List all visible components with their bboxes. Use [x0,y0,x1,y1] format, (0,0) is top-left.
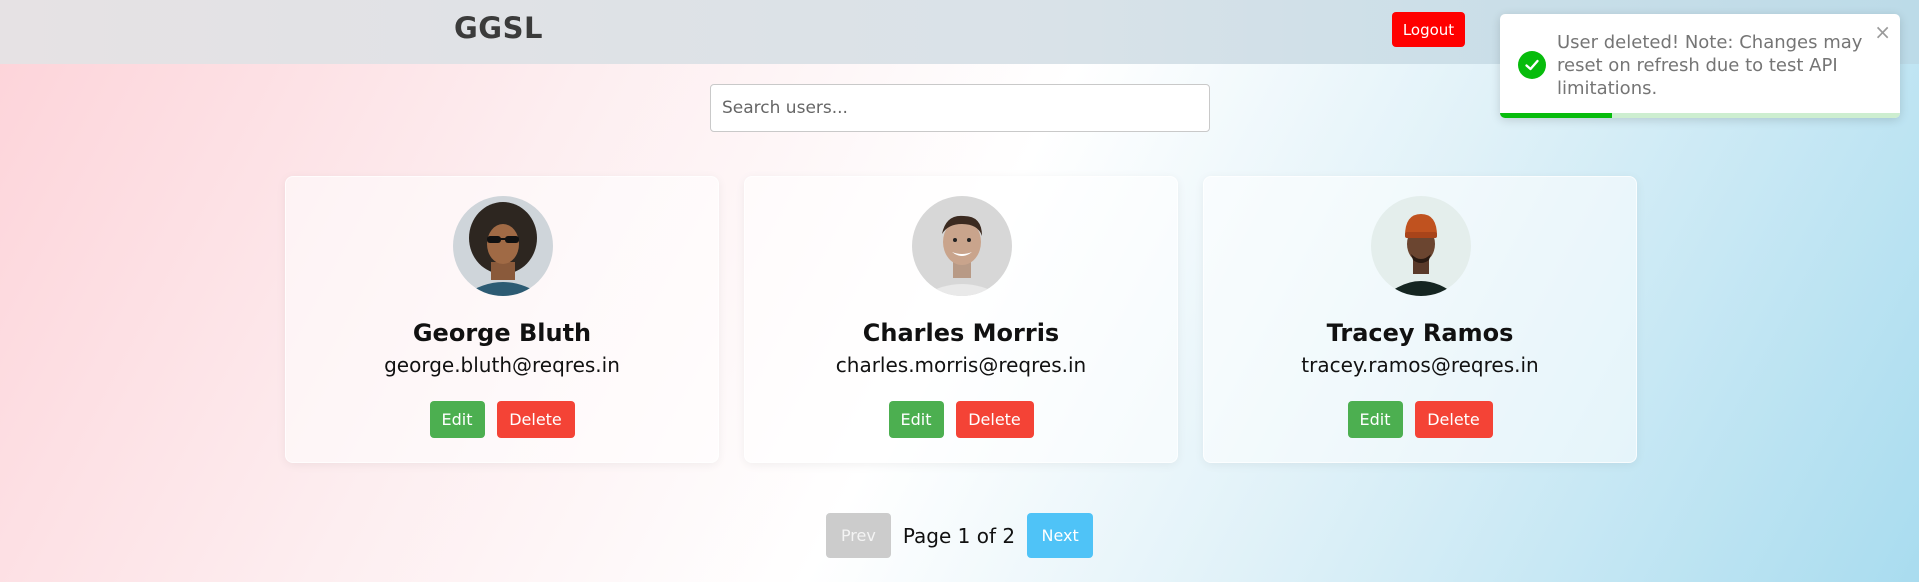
user-email: tracey.ramos@reqres.in [1301,353,1539,377]
user-avatar [453,196,553,296]
delete-button[interactable]: Delete [955,401,1034,438]
user-card: Tracey Ramos tracey.ramos@reqres.in Edit… [1203,176,1637,463]
toast-message: User deleted! Note: Changes may reset on… [1557,32,1863,99]
avatar-photo-icon [912,196,1012,296]
pagination: Prev Page 1 of 2 Next [0,513,1919,558]
user-card: Charles Morris charles.morris@reqres.in … [744,176,1178,463]
delete-button[interactable]: Delete [496,401,575,438]
card-actions: Edit Delete [1204,401,1636,438]
toast-progress-bar [1500,113,1612,118]
search-input[interactable] [710,84,1210,132]
card-actions: Edit Delete [745,401,1177,438]
logout-button[interactable]: Logout [1392,12,1465,47]
user-avatar [912,196,1012,296]
toast-notification: User deleted! Note: Changes may reset on… [1500,14,1900,118]
avatar-photo-icon [453,196,553,296]
user-name: Tracey Ramos [1326,319,1514,347]
edit-button[interactable]: Edit [888,401,944,438]
page-indicator: Page 1 of 2 [902,523,1016,548]
edit-button[interactable]: Edit [429,401,485,438]
user-name: George Bluth [412,319,592,347]
next-page-button[interactable]: Next [1027,513,1094,558]
card-actions: Edit Delete [286,401,718,438]
user-email: george.bluth@reqres.in [384,353,620,377]
avatar-photo-icon [1371,196,1471,296]
user-avatar [1371,196,1471,296]
delete-button[interactable]: Delete [1414,401,1493,438]
brand-logo-text: GGSL [454,11,543,45]
user-card: George Bluth george.bluth@reqres.in Edit… [285,176,719,463]
user-name: Charles Morris [862,319,1060,347]
check-circle-icon [1518,51,1546,79]
user-email: charles.morris@reqres.in [835,353,1087,377]
close-icon[interactable]: × [1874,20,1891,44]
edit-button[interactable]: Edit [1347,401,1403,438]
prev-page-button[interactable]: Prev [825,513,891,558]
